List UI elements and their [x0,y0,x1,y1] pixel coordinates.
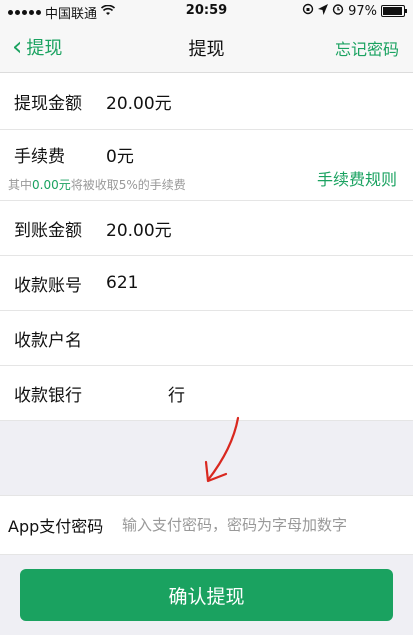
account-row: 收款账号 621 [0,256,413,311]
fee-hint-prefix: 其中 [8,178,33,192]
fee-row: 手续费 0元 其中0.00元将被收取5%的手续费 手续费规则 [0,130,413,201]
payment-password-input[interactable] [120,515,405,535]
annotation-arrow-icon [204,416,240,483]
fee-label: 手续费 [14,147,65,167]
fee-rules-link[interactable]: 手续费规则 [317,166,397,190]
confirm-withdraw-button[interactable]: 确认提现 [20,569,393,621]
bank-label: 收款银行 [14,385,82,406]
amount-label: 提现金额 [14,93,82,114]
fee-hint-suffix: 将被收取5%的手续费 [70,178,186,192]
fee-hint: 其中0.00元将被收取5%的手续费 [8,176,186,193]
holder-row: 收款户名 [0,311,413,366]
forgot-password-link[interactable]: 忘记密码 [335,36,399,60]
battery-percent: 97% [348,3,377,19]
received-row: 到账金额 20.00元 [0,201,413,256]
amount-value: 20.00元 [106,93,172,114]
payment-password-row: App支付密码 [0,495,413,555]
payment-password-label: App支付密码 [8,517,104,536]
alarm-icon [332,3,344,19]
amount-row: 提现金额 20.00元 [0,73,413,130]
account-value: 621 [106,273,139,293]
status-bar: 中国联通 20:59 97% [0,0,413,22]
received-label: 到账金额 [14,220,82,241]
fee-hint-amount: 0.00元 [32,178,71,192]
holder-label: 收款户名 [14,330,82,351]
rotation-lock-icon [302,3,314,19]
received-value: 20.00元 [106,220,172,241]
nav-bar: ‹ 提现 提现 忘记密码 [0,22,413,73]
bank-value: 行 [168,385,185,406]
withdraw-details: 提现金额 20.00元 手续费 0元 其中0.00元将被收取5%的手续费 手续费… [0,73,413,421]
account-label: 收款账号 [14,275,82,296]
confirm-area: 确认提现 [0,555,413,635]
location-icon [318,3,329,19]
battery-icon [381,5,407,17]
fee-value: 0元 [106,147,134,167]
